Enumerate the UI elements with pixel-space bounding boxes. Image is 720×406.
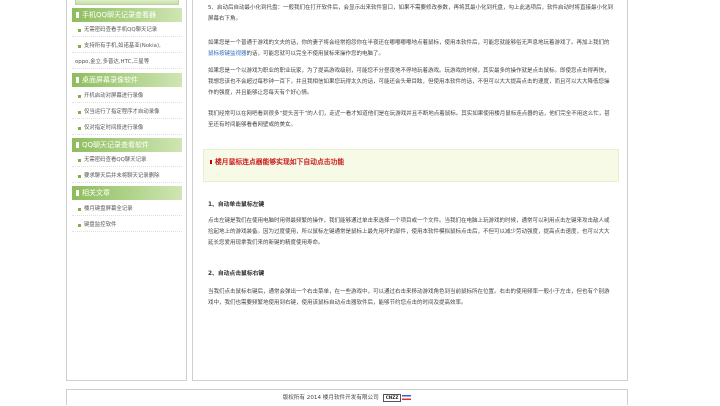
paragraph: 5、启动后自动最小化到托盘：一般我们在打开软件后，会显示出来软件窗口，如果不需要…	[208, 5, 614, 22]
section-header-qq-chat: QQ聊天记录查看软件	[72, 138, 182, 152]
sidebar-item-label: 要求聊天后并未将聊天记录删除	[84, 173, 160, 179]
section-marker-icon	[76, 77, 79, 83]
section-marker-icon	[76, 190, 79, 196]
cnzz-badge[interactable]: CNZZ	[382, 393, 402, 402]
bullet-icon	[78, 224, 81, 227]
paragraph: 如果您是一个以游戏为职业的职业玩家，为了提高游戏级别，可能您不分昼夜地不停地玩着…	[208, 68, 610, 96]
section-header-mobile-qq: 手机QQ聊天记录查看器	[72, 8, 182, 22]
sidebar-item-label: 无需密码查看QQ聊天记录	[84, 157, 147, 163]
subheading: 2、自动点击鼠标右键	[208, 271, 265, 277]
bullet-icon	[78, 29, 81, 32]
sidebar-item-label: 开机启动对屏幕进行录像	[84, 93, 144, 99]
sidebar-item[interactable]: 键盘监控软件	[72, 218, 182, 232]
sidebar-item[interactable]: 无需密码查看手机QQ聊天记录	[72, 23, 182, 37]
callout-title: 楼月鼠标连点器能够实现如下自动点击功能	[215, 158, 345, 166]
sidebar-item-label: 键盘监控软件	[84, 222, 117, 228]
paragraph: 我们经常可以在网吧看到很多“提头苦干”的人们，走近一看才知道他们是在玩游戏并且不…	[208, 111, 610, 128]
sidebar-item-label: 仅当运行了指定程序才自动录像	[84, 109, 160, 115]
sidebar-item-label: 无需密码查看手机QQ聊天记录	[84, 27, 158, 33]
bullet-icon	[78, 45, 81, 48]
section-title: QQ聊天记录查看软件	[82, 141, 150, 149]
sidebar-item-label: 仅对指定时间段进行录像	[84, 125, 144, 131]
callout-marker-icon	[210, 160, 212, 164]
sidebar: 手机QQ聊天记录查看器 无需密码查看手机QQ聊天记录 支持所有手机,如诺基亚(N…	[66, 0, 187, 381]
sidebar-item-label: 楼月键盘屏幕全记录	[84, 206, 133, 212]
paragraph: 当我们点击鼠标右键后，通常会弹出一个右击菜单，在一些游戏中，可以通过右击来移动游…	[208, 289, 610, 306]
section-marker-icon	[76, 142, 79, 148]
inline-link[interactable]: 鼠标按键监视器	[208, 51, 247, 57]
sidebar-item[interactable]: 仅对指定时间段进行录像	[72, 121, 182, 135]
bullet-icon	[78, 95, 81, 98]
sidebar-top-cap	[75, 0, 179, 5]
bullet-icon	[78, 175, 81, 178]
flag-icon	[402, 395, 412, 400]
bullet-icon	[78, 208, 81, 211]
paragraph: 如果您是一个普通于游戏的文夫的话，你的妻子将会经常抱怨你在半夜还在嘟嘟嘟嘟地点着…	[208, 38, 614, 60]
copyright-text: 版权所有 2014 楼月软件开发有限公司	[282, 395, 379, 401]
bullet-icon	[78, 159, 81, 162]
section-header-screen-recorder: 桌面屏幕录像软件	[72, 73, 182, 87]
feature-callout: 楼月鼠标连点器能够实现如下自动点击功能	[203, 149, 619, 182]
sidebar-item[interactable]: 楼月键盘屏幕全记录	[72, 202, 182, 216]
section-title: 桌面屏幕录像软件	[82, 76, 138, 84]
sidebar-item-label: oppo,金立,多普达,HTC,三星等	[75, 59, 150, 65]
sidebar-item[interactable]: 无需密码查看QQ聊天记录	[72, 153, 182, 167]
paragraph-text: 的话，可能您就可以完全不使用鼠标来操作您的电脑了。	[246, 50, 385, 57]
sidebar-item[interactable]: 要求聊天后并未将聊天记录删除	[72, 169, 182, 183]
footer: 版权所有 2014 楼月软件开发有限公司 CNZZ	[66, 389, 628, 405]
bullet-icon	[78, 127, 81, 130]
sidebar-item[interactable]: 支持所有手机,如诺基亚(Nokia),	[72, 39, 182, 53]
sidebar-item[interactable]: 仅当运行了指定程序才自动录像	[72, 105, 182, 119]
sidebar-item-label: 支持所有手机,如诺基亚(Nokia),	[84, 43, 161, 49]
paragraph-text: 如果您是一个普通于游戏的文夫的话，你的妻子将会经常抱怨你在半夜还在嘟嘟嘟嘟地点着…	[208, 40, 610, 46]
section-header-related: 相关文章	[72, 186, 182, 200]
sidebar-item[interactable]: 开机启动对屏幕进行录像	[72, 89, 182, 103]
section-title: 相关文章	[82, 189, 110, 197]
paragraph: 点击左键是我们在使用电脑时用得最频繁的操作，我们能够通过单击来选择一个项目或一个…	[208, 218, 610, 246]
section-marker-icon	[76, 12, 79, 18]
sidebar-item[interactable]: oppo,金立,多普达,HTC,三星等	[72, 55, 182, 69]
section-title: 手机QQ聊天记录查看器	[82, 11, 157, 19]
bullet-icon	[78, 111, 81, 114]
subheading: 1、自动单击鼠标左键	[208, 202, 265, 208]
main-content: 5、启动后自动最小化到托盘：一般我们在打开软件后，会显示出来软件窗口，如果不需要…	[192, 0, 628, 381]
